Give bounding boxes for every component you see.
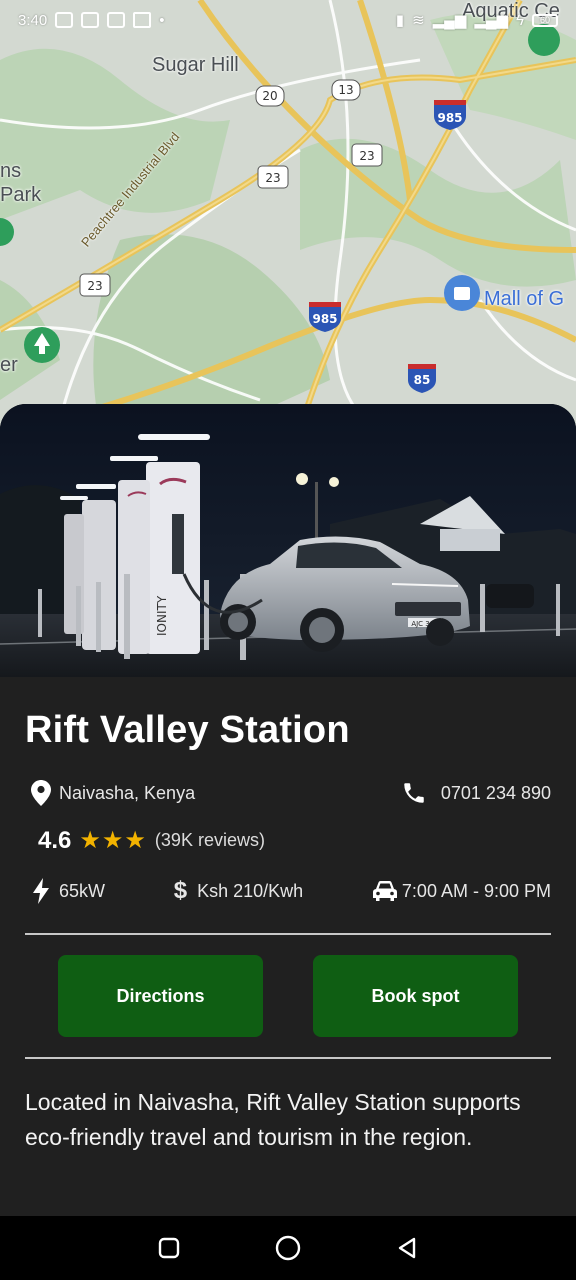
- status-time: 3:40: [18, 11, 48, 29]
- map-view[interactable]: 20 13 23 23 23 985 985 85 Sugar Hill Pea…: [0, 0, 576, 430]
- specs-row: 65kW $ Ksh 210/Kwh 7:00 AM - 9:00 PM: [25, 877, 551, 905]
- phone-info[interactable]: 0701 234 890: [401, 780, 551, 806]
- status-bar: 3:40 • ▮ ≋ ▂▄▆ ▂▄▆ ϟ 60: [0, 0, 576, 40]
- svg-text:23: 23: [87, 279, 102, 293]
- svg-text:23: 23: [265, 171, 280, 185]
- recents-square-icon[interactable]: [154, 1233, 184, 1263]
- action-buttons: Directions Book spot: [0, 935, 576, 1057]
- phone-text[interactable]: 0701 234 890: [441, 783, 551, 804]
- wifi-icon: ≋: [412, 12, 425, 29]
- gmail-icon: [133, 12, 152, 28]
- hours-info: 7:00 AM - 9:00 PM: [372, 880, 551, 902]
- signal-icon: ▂▄▆: [432, 12, 467, 29]
- map-label-ns: ns: [0, 160, 22, 182]
- map-label-sugar-hill: Sugar Hill: [152, 54, 239, 76]
- divider-top: [25, 933, 551, 935]
- vibrate-icon: ▮: [395, 12, 405, 29]
- power-text: 65kW: [59, 880, 106, 901]
- car-icon: [372, 881, 397, 901]
- map-label-park: Park: [0, 184, 42, 206]
- station-card: IONITY AJC 300 Rift Valley Station Naiva…: [0, 404, 576, 1216]
- contact-row: Naivasha, Kenya 0701 234 890: [25, 780, 551, 806]
- shield-20: 20: [262, 89, 277, 103]
- dot-icon: •: [159, 11, 165, 29]
- power-info: 65kW: [25, 878, 105, 904]
- rating-row: 4.6 ★★★ (39K reviews): [25, 826, 551, 855]
- divider-bottom: [25, 1057, 551, 1059]
- linkedin-icon: [107, 12, 126, 28]
- battery-icon: 60: [532, 13, 558, 27]
- svg-text:985: 985: [312, 312, 337, 326]
- book-spot-button[interactable]: Book spot: [313, 955, 518, 1037]
- price-text: Ksh 210/Kwh: [197, 880, 304, 901]
- signal-icon-2: ▂▄▆: [474, 12, 509, 29]
- svg-text:13: 13: [338, 83, 353, 97]
- station-photo: IONITY AJC 300: [0, 404, 576, 677]
- svg-text:23: 23: [359, 149, 374, 163]
- location-info: Naivasha, Kenya: [25, 780, 195, 806]
- location-pin-icon: [31, 780, 51, 806]
- rating-value: 4.6: [38, 826, 72, 854]
- price-info: $ Ksh 210/Kwh: [174, 877, 303, 905]
- home-circle-icon[interactable]: [273, 1233, 303, 1263]
- charger-brand-text: IONITY: [155, 595, 169, 636]
- charging-icon: ϟ: [516, 11, 524, 29]
- svg-text:985: 985: [437, 111, 462, 125]
- reviews-count[interactable]: (39K reviews): [155, 830, 265, 851]
- location-text: Naivasha, Kenya: [59, 782, 196, 803]
- directions-button[interactable]: Directions: [58, 955, 263, 1037]
- star-rating-icon: ★★★: [79, 827, 147, 854]
- map-label-er: er: [0, 354, 18, 376]
- phone-icon[interactable]: [401, 780, 427, 806]
- map-tiles: 20 13 23 23 23 985 985 85: [0, 0, 576, 430]
- system-nav-bar: [0, 1216, 576, 1280]
- lightning-bolt-icon: [33, 878, 49, 904]
- station-name: Rift Valley Station: [25, 709, 350, 751]
- station-description: Located in Naivasha, Rift Valley Station…: [25, 1089, 521, 1150]
- gallery-icon: [55, 12, 74, 28]
- hours-text: 7:00 AM - 9:00 PM: [401, 880, 551, 901]
- map-label-mall: Mall of G: [484, 288, 565, 310]
- dollar-icon: $: [173, 877, 188, 904]
- news-icon: [81, 12, 100, 28]
- back-triangle-icon[interactable]: [392, 1233, 422, 1263]
- svg-text:85: 85: [414, 373, 431, 387]
